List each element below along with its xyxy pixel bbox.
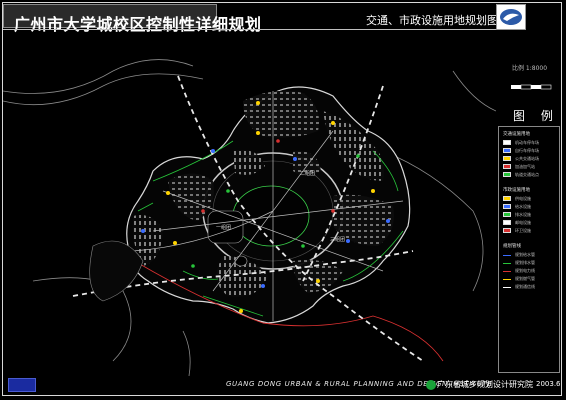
map-name: 交通、市政设施用地规划图 (366, 14, 498, 27)
bicycle-parking-icon (503, 148, 511, 153)
bus-station-icon (503, 156, 511, 161)
legend-section-heading: 交通设施用地 (503, 132, 530, 137)
district-label-3: 三组团 (330, 237, 346, 243)
post-telecom-icon (503, 220, 511, 225)
legend-item: 规划通信线 (501, 284, 559, 290)
title-block: 广州市大学城校区控制性详细规划 (3, 4, 261, 34)
drain-line-icon (503, 263, 511, 264)
rail-station-icon (503, 172, 511, 177)
legend-item: 规划给水管 (501, 252, 559, 258)
corner-mark (8, 378, 36, 392)
land-use-map (2, 31, 497, 377)
legend-item: 环卫设施 (501, 228, 559, 234)
parking-icon (503, 140, 511, 145)
sanitation-icon (503, 228, 511, 233)
power-icon (503, 196, 511, 201)
drainage-icon (503, 212, 511, 217)
scale-bar (510, 80, 554, 92)
legend-item: 邮电设施 (501, 220, 559, 226)
legend-item: 规划燃气管 (501, 276, 559, 282)
legend-item: 供电设施 (501, 196, 559, 202)
title-divider (3, 29, 496, 30)
legend-item: 自行车停车场 (501, 148, 559, 154)
gas-station-icon (503, 164, 511, 169)
gas-line-icon (503, 279, 511, 280)
water-line-icon (503, 255, 511, 256)
institute-logo-icon (496, 4, 526, 30)
legend-section-heading: 规划管线 (503, 244, 521, 249)
institute-emblem-icon (426, 380, 436, 390)
legend-title: 图 例 (513, 109, 559, 123)
legend-item: 公共交通站场 (501, 156, 559, 162)
legend-item: 机动车停车场 (501, 140, 559, 146)
scale-label: 比例 1:8000 (512, 65, 548, 72)
legend-item: 给水设施 (501, 204, 559, 210)
power-line-icon (503, 271, 511, 272)
legend-item: 排水设施 (501, 212, 559, 218)
district-label-2: 二组团 (300, 171, 316, 177)
telecom-line-icon (503, 287, 511, 288)
institute-name-cn: 广东省城乡规划设计研究院 (437, 380, 533, 389)
legend-item: 规划电力线 (501, 268, 559, 274)
water-supply-icon (503, 204, 511, 209)
district-label-1: 一组团 (216, 225, 232, 231)
legend-item: 加油加气站 (501, 164, 559, 170)
legend-panel: 交通设施用地 机动车停车场 自行车停车场 公共交通站场 加油加气站 轨道交通站点… (498, 126, 560, 373)
plan-date: 2003.6 (536, 380, 561, 388)
legend-item: 轨道交通站点 (501, 172, 559, 178)
legend-section-heading: 市政设施用地 (503, 188, 530, 193)
legend-item: 规划排水管 (501, 260, 559, 266)
